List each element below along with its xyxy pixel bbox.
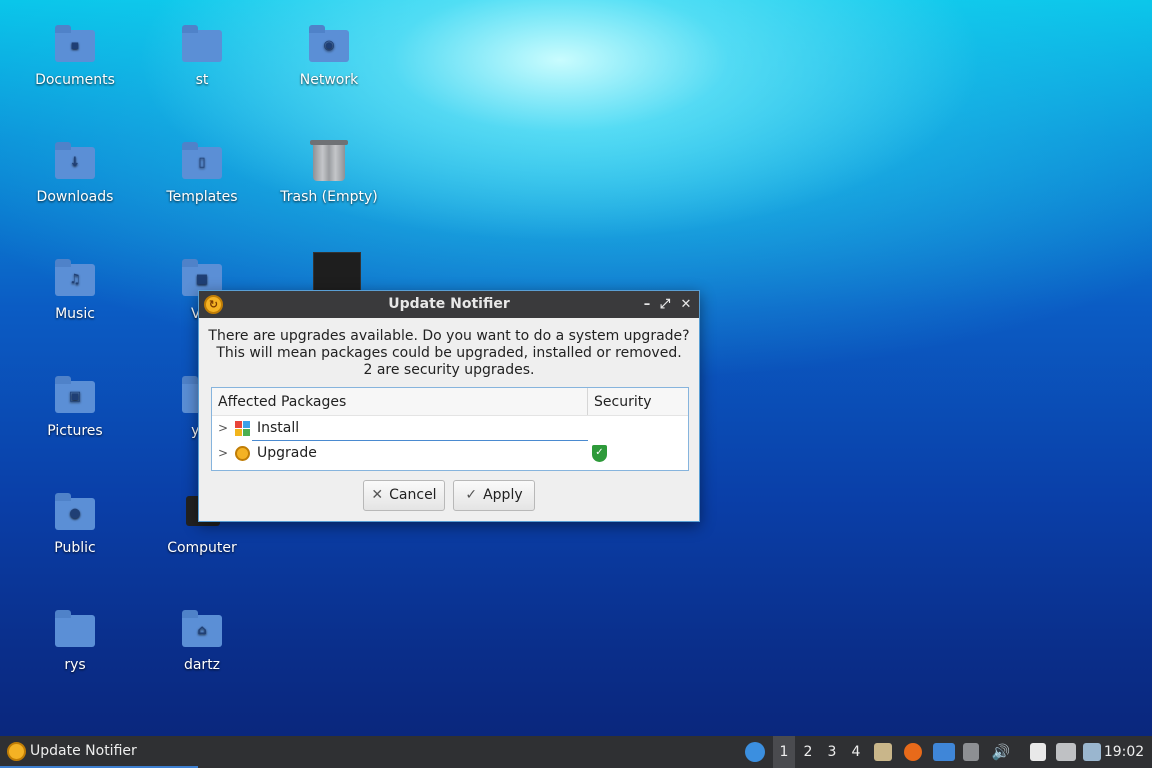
desktop-icon-downloads[interactable]: ↓ Downloads	[20, 141, 130, 205]
desktop-icon-st[interactable]: st	[147, 24, 257, 88]
folder-icon	[53, 609, 97, 653]
workspace-4[interactable]: 4	[845, 736, 867, 768]
workspace-2[interactable]: 2	[797, 736, 819, 768]
desktop-icon-label: Downloads	[36, 189, 114, 205]
column-header-affected-packages[interactable]: Affected Packages	[212, 388, 588, 415]
message-line: 2 are security upgrades.	[363, 362, 535, 378]
folder-templates-icon: ▯	[180, 141, 224, 185]
dialog-title: Update Notifier	[388, 296, 510, 312]
desktop-icon-label: rys	[64, 657, 86, 673]
desktop-icon-label: Public	[54, 540, 96, 556]
file-manager-icon[interactable]	[874, 743, 892, 761]
desktop-icon-documents[interactable]: ▪ Documents	[20, 24, 130, 88]
desktop-icon-label: Templates	[166, 189, 238, 205]
message-line: There are upgrades available. Do you wan…	[208, 328, 690, 344]
desktop-icon-label: Documents	[35, 72, 115, 88]
taskbar-item-label: Update Notifier	[30, 743, 137, 759]
dialog-message: There are upgrades available. Do you wan…	[199, 328, 699, 379]
folder-icon	[180, 24, 224, 68]
desktop-icon-rys[interactable]: rys	[20, 609, 130, 673]
folder-pictures-icon: ▣	[53, 375, 97, 419]
desktop-icon-label: Music	[55, 306, 95, 322]
cancel-button[interactable]: ✕ Cancel	[363, 480, 445, 511]
expander-icon[interactable]: >	[218, 441, 228, 466]
tree-row-upgrade[interactable]: > Upgrade ✓	[212, 441, 688, 466]
lubuntu-logo-icon[interactable]	[745, 742, 765, 762]
desktop-icon-label: Pictures	[47, 423, 103, 439]
folder-documents-icon: ▪	[53, 24, 97, 68]
desktop-icon-dartz[interactable]: ⌂ dartz	[147, 609, 257, 673]
desktop-icon-label: dartz	[183, 657, 221, 673]
tree-row-label: Upgrade	[257, 445, 317, 461]
volume-icon[interactable]: 🔊	[990, 736, 1012, 768]
eject-icon[interactable]	[963, 743, 979, 761]
workspace-1[interactable]: 1	[773, 736, 795, 768]
taskbar-item-update-notifier[interactable]: Update Notifier	[0, 736, 198, 768]
clipboard-icon[interactable]	[1030, 743, 1046, 761]
desktop-icon-label: Computer	[167, 540, 237, 556]
trash-icon	[307, 140, 351, 185]
desktop-icon-label: Network	[299, 72, 359, 88]
update-notifier-dialog: ↻ Update Notifier – ⤢ ✕ There are upgrad…	[198, 290, 700, 522]
update-notifier-icon: ↻	[204, 295, 223, 314]
tree-row-label: Install	[257, 420, 300, 436]
firefox-icon[interactable]	[904, 743, 922, 761]
apply-label: Apply	[483, 487, 523, 503]
folder-music-icon: ♫	[53, 258, 97, 302]
update-alert-icon[interactable]	[1083, 743, 1101, 761]
desktop-icon-pictures[interactable]: ▣ Pictures	[20, 375, 130, 439]
desktop-icon[interactable]	[933, 743, 955, 761]
desktop-icon-label: Trash (Empty)	[280, 189, 378, 205]
apply-button[interactable]: ✓ Apply	[453, 480, 535, 511]
tree-header: Affected Packages Security	[212, 388, 688, 416]
network-status-icon[interactable]	[1056, 743, 1076, 761]
folder-downloads-icon: ↓	[53, 141, 97, 185]
clock[interactable]: 19:02	[1102, 736, 1146, 768]
expander-icon[interactable]: >	[218, 416, 228, 441]
workspace-3[interactable]: 3	[821, 736, 843, 768]
column-header-security[interactable]: Security	[588, 388, 688, 415]
security-shield-icon: ✓	[592, 445, 607, 462]
install-icon	[235, 421, 250, 436]
cancel-icon: ✕	[371, 487, 384, 503]
checkmark-icon: ✓	[465, 487, 478, 503]
folder-public-icon: ●	[53, 492, 97, 536]
affected-packages-tree[interactable]: Affected Packages Security > Install > U…	[211, 387, 689, 471]
desktop-icon-network[interactable]: ◉ Network	[274, 24, 384, 88]
desktop-icon-public[interactable]: ● Public	[20, 492, 130, 556]
message-line: This will mean packages could be upgrade…	[216, 345, 682, 361]
taskbar: Update Notifier 1 2 3 4 🔊 19:02	[0, 736, 1152, 768]
folder-home-icon: ⌂	[180, 609, 224, 653]
maximize-button[interactable]: ⤢	[655, 291, 675, 318]
minimize-button[interactable]: –	[637, 291, 657, 318]
desktop-icon-music[interactable]: ♫ Music	[20, 258, 130, 322]
tree-row-install[interactable]: > Install	[212, 416, 688, 441]
desktop-icon-label: st	[195, 72, 209, 88]
close-button[interactable]: ✕	[676, 291, 696, 318]
cancel-label: Cancel	[389, 487, 437, 503]
upgrade-icon	[235, 446, 250, 461]
dialog-titlebar[interactable]: ↻ Update Notifier – ⤢ ✕	[199, 291, 699, 318]
desktop-icon-trash[interactable]: Trash (Empty)	[274, 140, 384, 205]
desktop-icon-templates[interactable]: ▯ Templates	[147, 141, 257, 205]
network-icon: ◉	[307, 24, 351, 68]
update-notifier-icon	[7, 742, 26, 761]
